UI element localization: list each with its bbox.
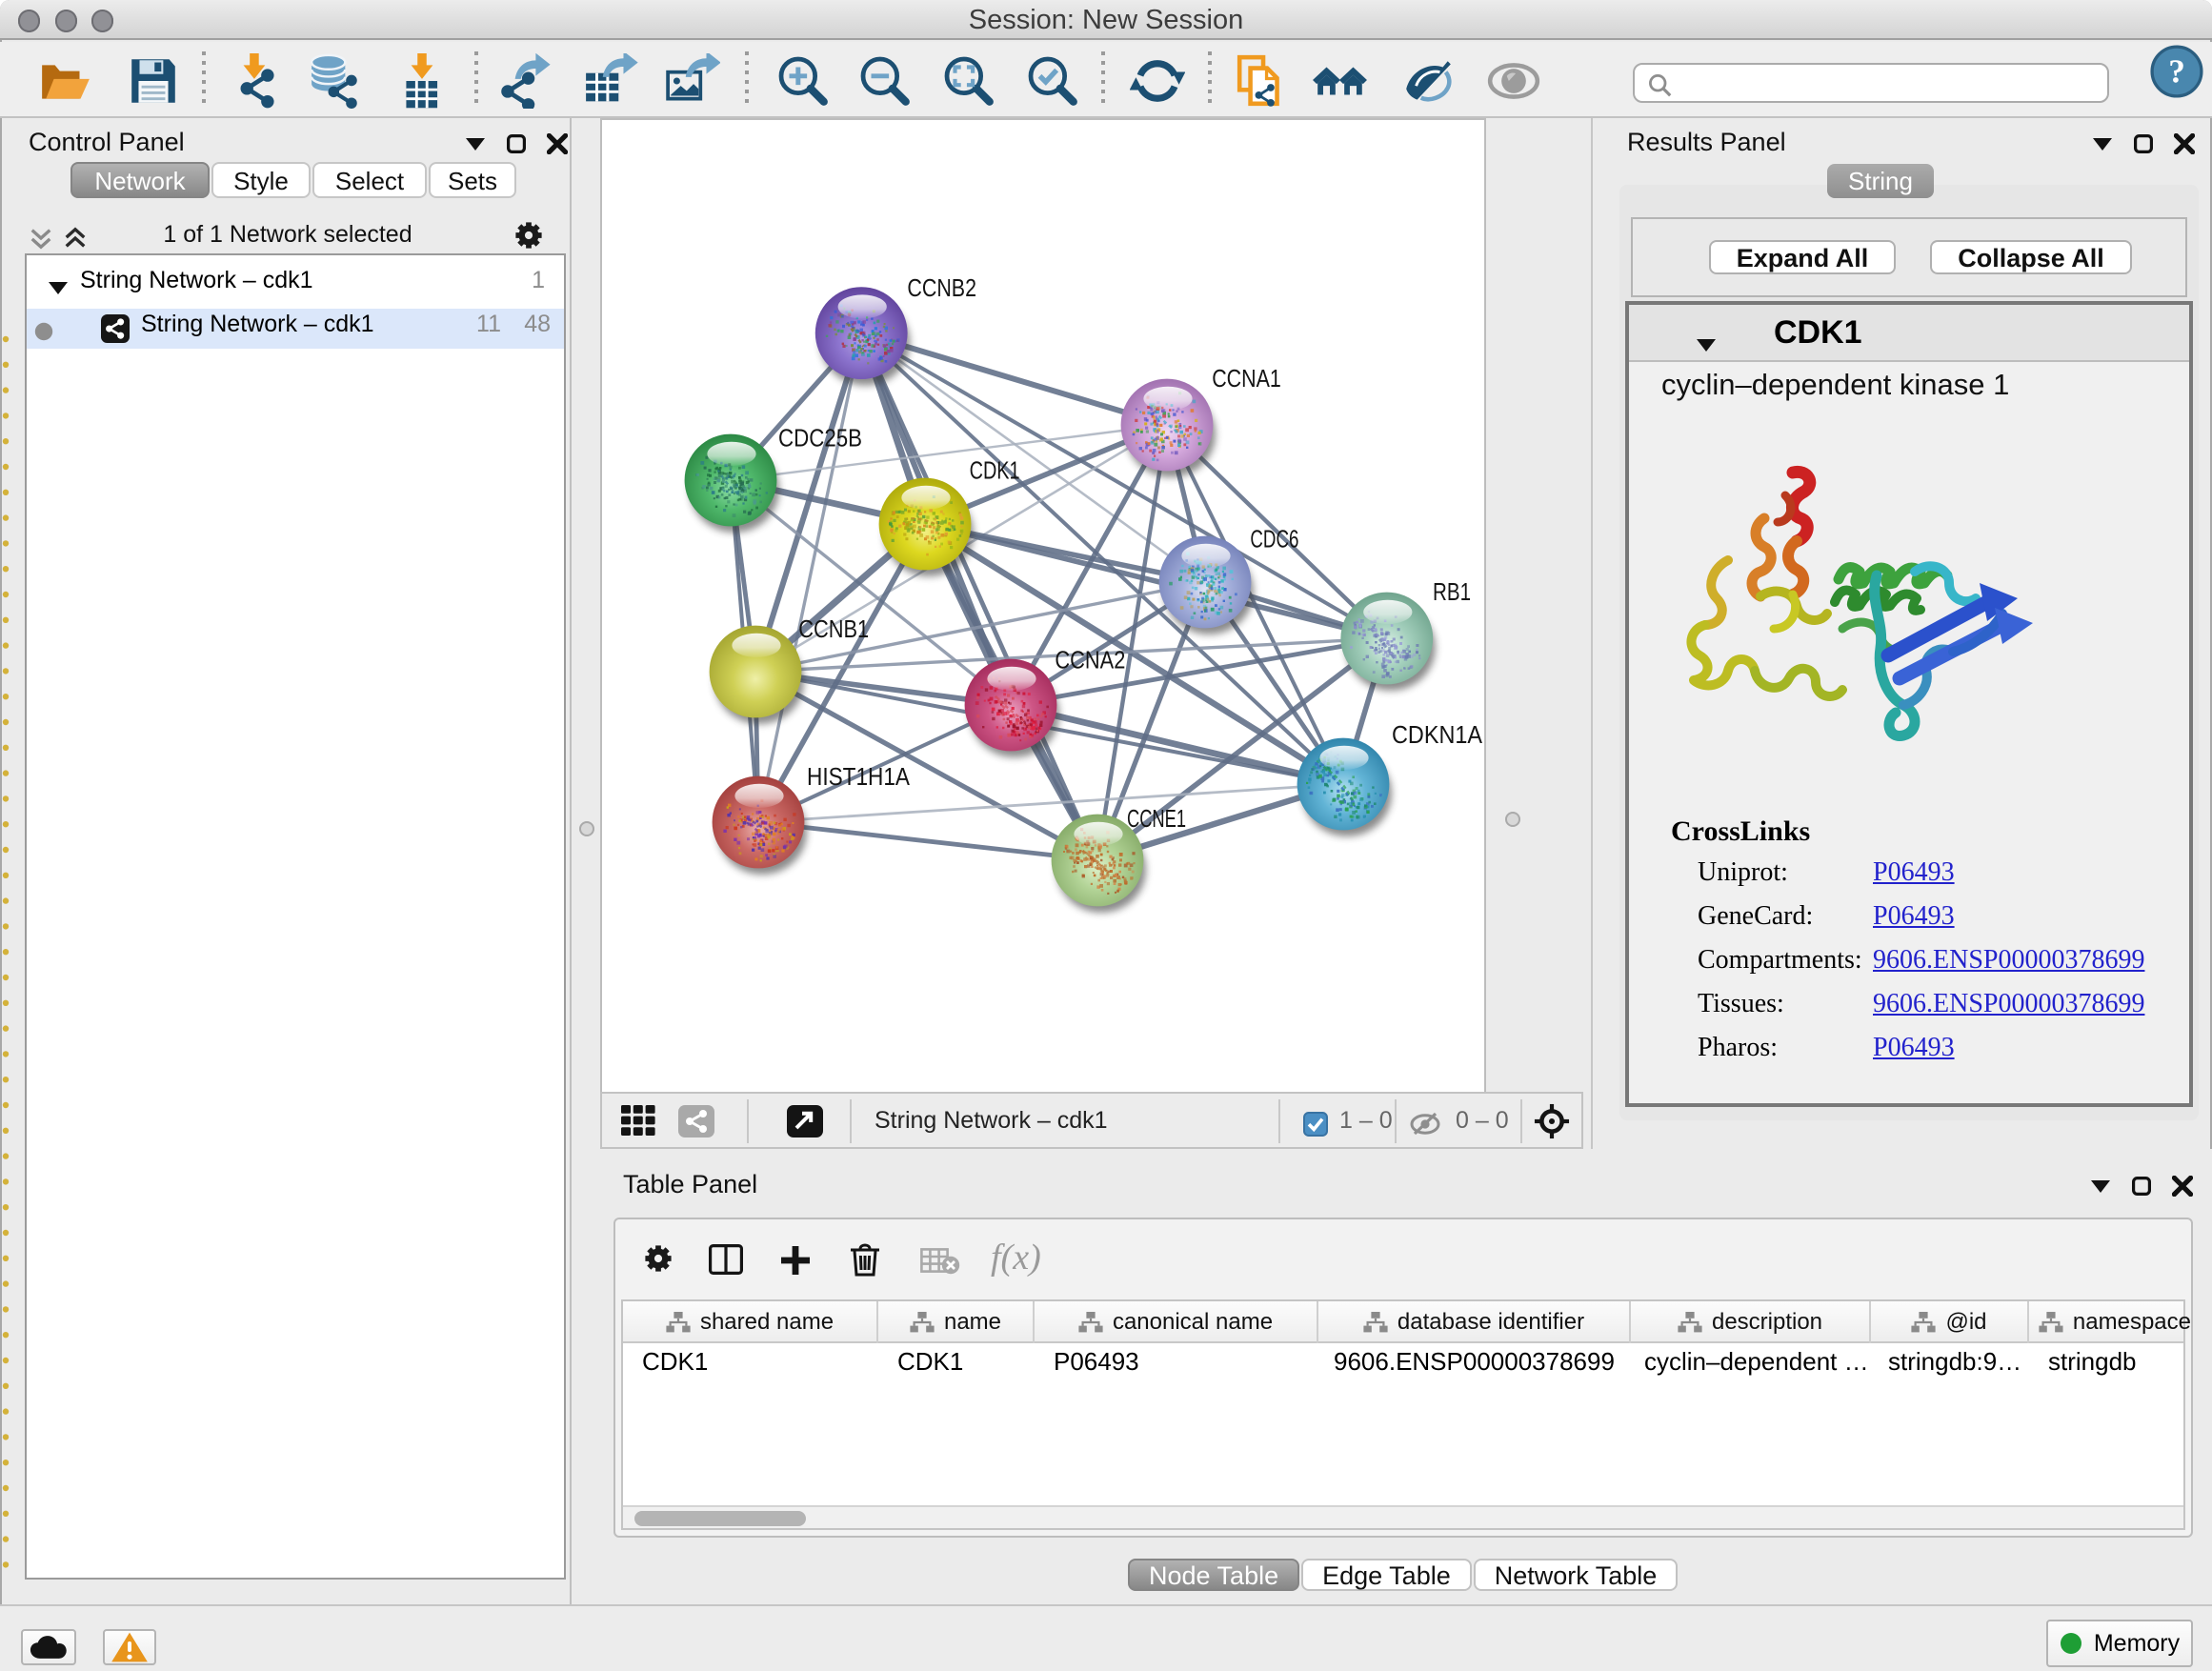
svg-text:CDK1: CDK1: [970, 455, 1020, 484]
svg-text:CCNA1: CCNA1: [1212, 364, 1281, 393]
svg-text:?: ?: [2168, 52, 2185, 90]
svg-text:CCNB1: CCNB1: [798, 614, 869, 643]
svg-text:CCNA2: CCNA2: [1055, 645, 1125, 674]
svg-text:CDC6: CDC6: [1250, 524, 1298, 553]
svg-text:f(x): f(x): [991, 1238, 1041, 1278]
svg-text:RB1: RB1: [1433, 577, 1471, 606]
svg-text:CCNE1: CCNE1: [1127, 804, 1186, 833]
svg-text:CCNB2: CCNB2: [907, 273, 976, 302]
svg-text:HIST1H1A: HIST1H1A: [807, 762, 911, 791]
svg-text:CDKN1A: CDKN1A: [1392, 720, 1483, 749]
svg-text:CDC25B: CDC25B: [778, 424, 862, 453]
